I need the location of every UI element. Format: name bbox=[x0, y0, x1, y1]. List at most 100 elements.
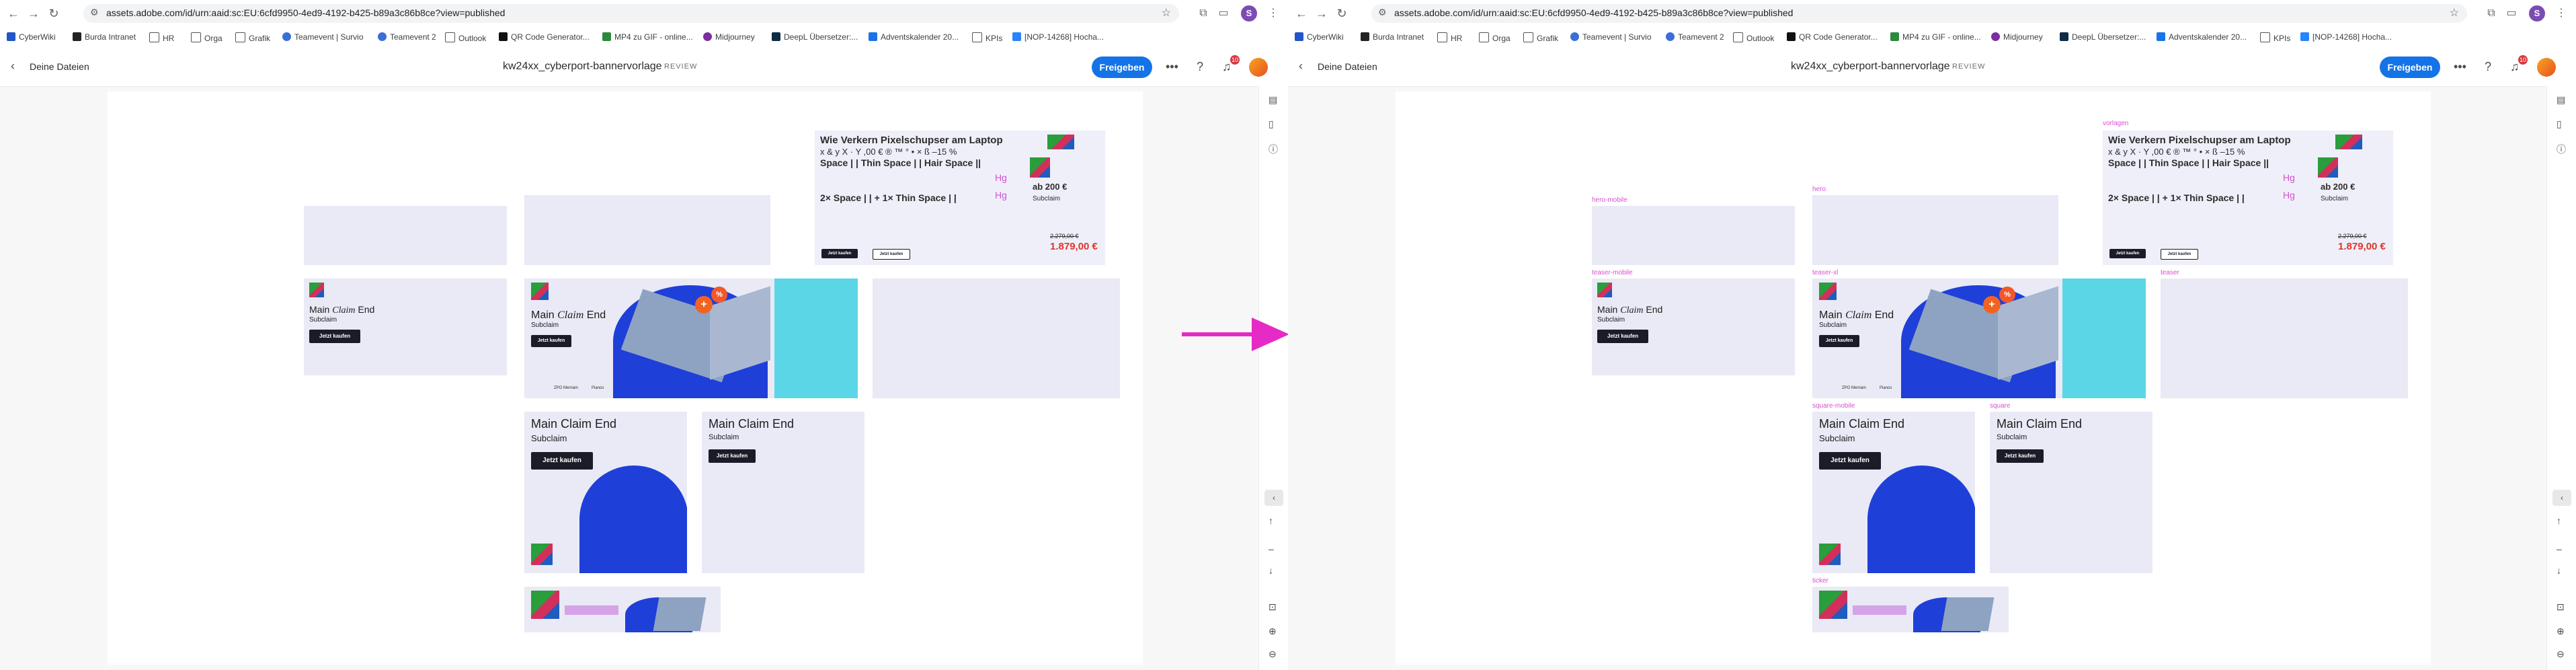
artboard-teaser[interactable] bbox=[2161, 278, 2408, 398]
artboard-vorlagen[interactable]: Wie Verkern Pixelschupser am Laptop x & … bbox=[815, 131, 1105, 265]
cta-button[interactable]: Jetzt kaufen bbox=[531, 452, 593, 470]
bookmark-folder[interactable]: Orga bbox=[1479, 32, 1511, 43]
bookmark-item[interactable]: DeepL Übersetzer:... bbox=[2060, 32, 2146, 42]
comment-icon[interactable]: ▤ bbox=[1269, 94, 1277, 106]
info-icon[interactable]: ⓘ bbox=[1269, 143, 1278, 156]
artboard-square-mobile[interactable]: Main Claim End Subclaim Jetzt kaufen bbox=[1812, 412, 1975, 573]
extensions-icon[interactable]: ⧉ bbox=[2483, 5, 2499, 22]
help-icon[interactable]: ? bbox=[2485, 60, 2491, 74]
cta-button[interactable]: Jetzt kaufen bbox=[1819, 452, 1881, 470]
zoom-out-icon[interactable]: ⊖ bbox=[1269, 648, 1277, 660]
artboard-canvas[interactable]: Wie Verkern Pixelschupser am Laptop x & … bbox=[108, 91, 1143, 665]
prev-page-button[interactable]: ‹ bbox=[2552, 490, 2571, 506]
artboard-teaser-xl[interactable]: Main Claim End Subclaim Jetzt kaufen + %… bbox=[1812, 278, 2146, 398]
bookmark-folder[interactable]: KPIs bbox=[2260, 32, 2290, 43]
bookmark-item[interactable]: Burda Intranet bbox=[73, 32, 136, 42]
url-field[interactable]: ⚙ assets.adobe.com/id/urn:aaid:sc:EU:6cf… bbox=[1371, 4, 2467, 23]
fit-icon[interactable]: ⊡ bbox=[2557, 601, 2565, 613]
bookmark-item[interactable]: [NOP-14268] Hocha... bbox=[1012, 32, 1104, 42]
back-arrow-icon[interactable]: ← bbox=[1293, 5, 1310, 22]
cta-button[interactable]: Jetzt kaufen bbox=[709, 449, 756, 463]
bookmark-folder[interactable]: Grafik bbox=[235, 32, 270, 43]
bookmark-item[interactable]: Teamevent | Survio bbox=[1570, 32, 1652, 42]
artboard-ticker[interactable] bbox=[524, 587, 721, 632]
back-to-files-link[interactable]: Deine Dateien bbox=[30, 61, 89, 72]
artboard-teaser-xl[interactable]: Main Claim End Subclaim Jetzt kaufen + %… bbox=[524, 278, 858, 398]
profile-avatar[interactable]: S bbox=[1241, 5, 1257, 22]
extensions-icon[interactable]: ⧉ bbox=[1195, 5, 1211, 22]
bookmark-item[interactable]: Teamevent 2 bbox=[1666, 32, 1724, 42]
bookmark-item[interactable]: Midjourney bbox=[1991, 32, 2043, 42]
cta-button-outline[interactable]: Jetzt kaufen bbox=[2161, 249, 2198, 260]
prev-page-button[interactable]: ‹ bbox=[1264, 490, 1283, 506]
cta-button[interactable]: Jetzt kaufen bbox=[1597, 330, 1648, 343]
bookmark-item[interactable]: Adventskalender 20... bbox=[2157, 32, 2247, 42]
file-icon[interactable]: ▯ bbox=[1269, 118, 1274, 130]
info-icon[interactable]: ⓘ bbox=[2557, 143, 2566, 156]
bookmark-item[interactable]: MP4 zu GIF - online... bbox=[602, 32, 693, 42]
menu-dots-icon[interactable]: ⋮ bbox=[2553, 5, 2569, 22]
artboard-square[interactable]: Main Claim End Subclaim Jetzt kaufen bbox=[702, 412, 864, 573]
cta-button[interactable]: Jetzt kaufen bbox=[2109, 249, 2146, 258]
artboard-square[interactable]: Main Claim End Subclaim Jetzt kaufen bbox=[1990, 412, 2152, 573]
cta-button-outline[interactable]: Jetzt kaufen bbox=[873, 249, 910, 260]
more-dots-icon[interactable]: ••• bbox=[1166, 60, 1178, 74]
file-icon[interactable]: ▯ bbox=[2557, 118, 2562, 130]
artboard-hero-mobile[interactable] bbox=[1592, 206, 1795, 265]
artboard-square-mobile[interactable]: Main Claim End Subclaim Jetzt kaufen bbox=[524, 412, 687, 573]
bookmark-item[interactable]: Midjourney bbox=[703, 32, 755, 42]
artboard-vorlagen[interactable]: Wie Verkern Pixelschupser am Laptop x & … bbox=[2103, 131, 2393, 265]
bell-icon[interactable]: ♫ bbox=[2510, 60, 2520, 74]
bookmark-item[interactable]: DeepL Übersetzer:... bbox=[772, 32, 858, 42]
bookmark-folder[interactable]: Orga bbox=[191, 32, 223, 43]
bookmark-item[interactable]: Adventskalender 20... bbox=[869, 32, 959, 42]
sidepanel-icon[interactable]: ▭ bbox=[2503, 5, 2520, 22]
artboard-teaser-mobile[interactable]: Main Claim End Subclaim Jetzt kaufen bbox=[1592, 278, 1795, 375]
bookmark-folder[interactable]: KPIs bbox=[972, 32, 1002, 43]
cta-button[interactable]: Jetzt kaufen bbox=[821, 249, 858, 258]
page-up-icon[interactable]: ↑ bbox=[1269, 515, 1273, 526]
bookmark-folder[interactable]: Grafik bbox=[1523, 32, 1558, 43]
help-icon[interactable]: ? bbox=[1197, 60, 1203, 74]
bookmark-folder[interactable]: HR bbox=[1437, 32, 1462, 43]
user-avatar[interactable] bbox=[2537, 58, 2556, 77]
site-settings-icon[interactable]: ⚙ bbox=[90, 7, 99, 18]
bookmark-folder[interactable]: HR bbox=[149, 32, 174, 43]
bookmark-item[interactable]: QR Code Generator... bbox=[499, 32, 590, 42]
site-settings-icon[interactable]: ⚙ bbox=[1378, 7, 1387, 18]
reload-icon[interactable]: ↻ bbox=[46, 5, 62, 22]
page-down-icon[interactable]: ↓ bbox=[2557, 565, 2561, 576]
bookmark-item[interactable]: MP4 zu GIF - online... bbox=[1890, 32, 1981, 42]
bookmark-star-icon[interactable]: ☆ bbox=[2450, 6, 2459, 20]
artboard-hero[interactable] bbox=[524, 195, 770, 265]
reload-icon[interactable]: ↻ bbox=[1334, 5, 1350, 22]
bookmark-folder[interactable]: Outlook bbox=[1733, 32, 1774, 43]
sidepanel-icon[interactable]: ▭ bbox=[1215, 5, 1232, 22]
comment-icon[interactable]: ▤ bbox=[2557, 94, 2565, 106]
artboard-ticker[interactable] bbox=[1812, 587, 2009, 632]
bookmark-folder[interactable]: Outlook bbox=[445, 32, 486, 43]
cta-button[interactable]: Jetzt kaufen bbox=[531, 335, 571, 347]
artboard-canvas[interactable]: vorlagen hero-mobile hero teaser-mobile … bbox=[1396, 91, 2431, 665]
profile-avatar[interactable]: S bbox=[2529, 5, 2545, 22]
page-down-icon[interactable]: ↓ bbox=[1269, 565, 1273, 576]
more-dots-icon[interactable]: ••• bbox=[2454, 60, 2466, 74]
artboard-teaser[interactable] bbox=[873, 278, 1120, 398]
forward-arrow-icon[interactable]: → bbox=[26, 5, 42, 22]
bell-icon[interactable]: ♫ bbox=[1222, 60, 1232, 74]
zoom-in-icon[interactable]: ⊕ bbox=[1269, 626, 1277, 637]
artboard-hero[interactable] bbox=[1812, 195, 2058, 265]
bookmark-item[interactable]: QR Code Generator... bbox=[1787, 32, 1878, 42]
cta-button[interactable]: Jetzt kaufen bbox=[309, 330, 360, 343]
page-up-icon[interactable]: ↑ bbox=[2557, 515, 2561, 526]
cta-button[interactable]: Jetzt kaufen bbox=[1819, 335, 1859, 347]
share-button[interactable]: Freigeben bbox=[2380, 57, 2440, 78]
artboard-teaser-mobile[interactable]: Main Claim End Subclaim Jetzt kaufen bbox=[304, 278, 507, 375]
back-to-files-link[interactable]: Deine Dateien bbox=[1318, 61, 1377, 72]
fit-icon[interactable]: ⊡ bbox=[1269, 601, 1277, 613]
bookmark-item[interactable]: CyberWiki bbox=[7, 32, 56, 42]
bookmark-item[interactable]: Teamevent 2 bbox=[378, 32, 436, 42]
user-avatar[interactable] bbox=[1249, 58, 1268, 77]
bookmark-item[interactable]: Burda Intranet bbox=[1361, 32, 1424, 42]
share-button[interactable]: Freigeben bbox=[1092, 57, 1152, 78]
